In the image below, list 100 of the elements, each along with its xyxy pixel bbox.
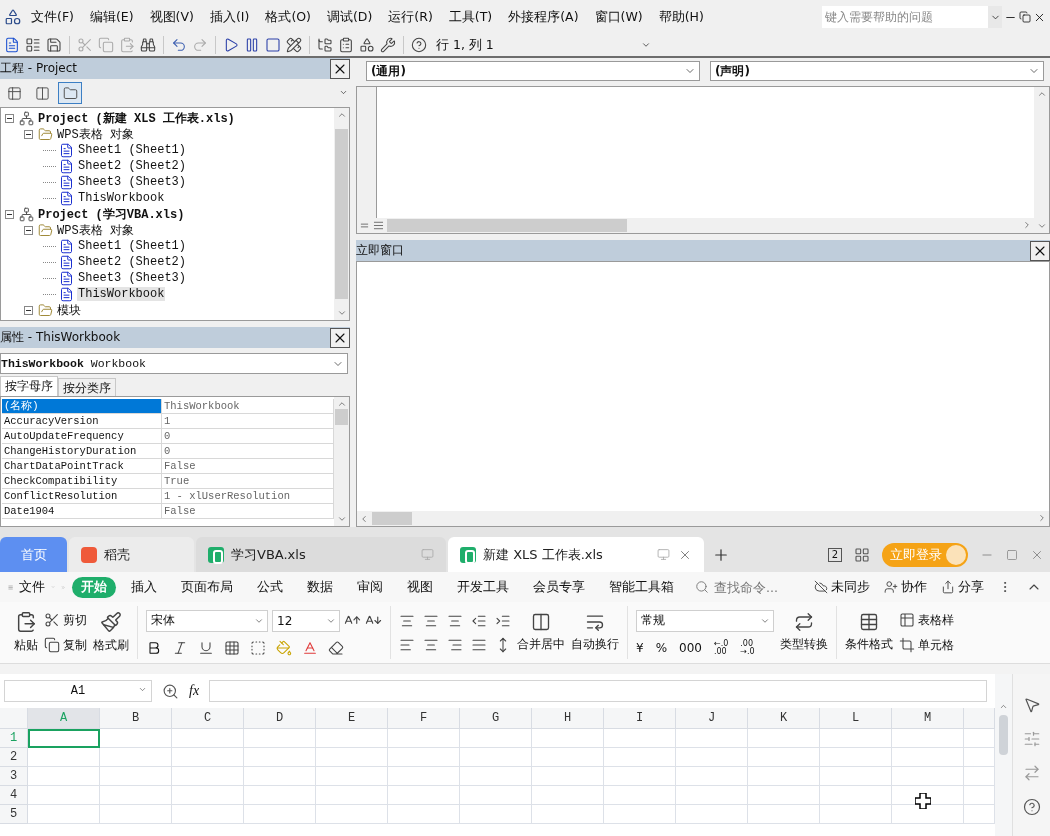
- stop-icon[interactable]: [265, 37, 281, 53]
- toolbar-action[interactable]: 未同步: [814, 578, 870, 596]
- collapse-icon[interactable]: [24, 305, 33, 315]
- document-tab[interactable]: 新建 XLS 工作表.xls: [448, 537, 704, 572]
- grid-cell[interactable]: [892, 748, 964, 767]
- scrollbar-thumb[interactable]: [387, 219, 627, 232]
- grid-cell[interactable]: [604, 748, 676, 767]
- grid-cell[interactable]: [100, 748, 172, 767]
- insert-form-icon[interactable]: [25, 37, 41, 53]
- grid-cell[interactable]: [676, 805, 748, 824]
- property-value[interactable]: ThisWorkbook: [162, 399, 334, 414]
- grid-cell[interactable]: [604, 805, 676, 824]
- view-button[interactable]: [58, 82, 82, 104]
- formula-field[interactable]: [209, 680, 987, 702]
- module-view-icon[interactable]: [373, 220, 384, 231]
- menu-item[interactable]: 调试(D): [319, 5, 380, 29]
- number-format-button[interactable]: ¥: [636, 640, 644, 655]
- grid-cell[interactable]: [28, 748, 100, 767]
- scroll-up-icon[interactable]: [336, 110, 347, 120]
- object-dropdown[interactable]: (通用): [366, 61, 700, 81]
- active-cell[interactable]: [28, 729, 100, 748]
- column-header[interactable]: [964, 708, 995, 729]
- tab[interactable]: 按字母序: [0, 376, 58, 396]
- scrollbar[interactable]: [334, 397, 349, 526]
- number-format-button[interactable]: 000: [679, 640, 702, 655]
- bold-icon[interactable]: [146, 639, 162, 656]
- row-header[interactable]: 2: [0, 748, 28, 767]
- column-header[interactable]: F: [388, 708, 460, 729]
- tree-item[interactable]: ThisWorkbook: [77, 287, 166, 301]
- eraser-icon[interactable]: [328, 639, 344, 656]
- caret-icon[interactable]: [641, 40, 651, 50]
- paste-button[interactable]: 粘贴: [14, 637, 38, 654]
- pointer-icon[interactable]: [1022, 696, 1041, 714]
- grid-cell[interactable]: [460, 729, 532, 748]
- border-icon[interactable]: [224, 639, 240, 656]
- grid-cell[interactable]: [820, 767, 892, 786]
- collapse-icon[interactable]: [5, 209, 14, 219]
- property-name[interactable]: Date1904: [2, 504, 162, 519]
- column-header[interactable]: D: [244, 708, 316, 729]
- font-color-icon[interactable]: [302, 639, 318, 656]
- scroll-left-icon[interactable]: [359, 513, 369, 524]
- grid-cell[interactable]: [316, 748, 388, 767]
- grid-cell[interactable]: [748, 786, 820, 805]
- scrollbar[interactable]: [995, 674, 1012, 836]
- property-value[interactable]: 0: [162, 429, 334, 444]
- conditional-format-button[interactable]: 条件格式: [845, 636, 893, 653]
- ribbon-tab[interactable]: 开发工具: [448, 576, 518, 598]
- scrollbar[interactable]: [334, 108, 349, 320]
- grid-cell[interactable]: [172, 767, 244, 786]
- document-icon[interactable]: [4, 37, 20, 53]
- column-header[interactable]: M: [892, 708, 964, 729]
- grid-cell[interactable]: [244, 748, 316, 767]
- menu-item[interactable]: 编辑(E): [82, 5, 141, 29]
- grid-cell[interactable]: [316, 786, 388, 805]
- tree-item[interactable]: WPS表格 对象: [56, 125, 135, 143]
- menu-item[interactable]: 格式(O): [258, 5, 318, 29]
- file-menu[interactable]: 文件: [19, 578, 46, 596]
- grid-cell[interactable]: [388, 767, 460, 786]
- cut-button[interactable]: 剪切: [44, 611, 87, 629]
- grid-cell[interactable]: [892, 767, 964, 786]
- grid-cell[interactable]: [748, 729, 820, 748]
- grid-cell[interactable]: [172, 786, 244, 805]
- grid-cell[interactable]: [820, 748, 892, 767]
- property-value[interactable]: 1: [162, 414, 334, 429]
- grid-cell[interactable]: [316, 767, 388, 786]
- pause-icon[interactable]: [244, 37, 260, 53]
- column-header[interactable]: E: [316, 708, 388, 729]
- property-value[interactable]: False: [162, 504, 334, 519]
- row-header[interactable]: 4: [0, 786, 28, 805]
- collapse-icon[interactable]: [24, 225, 33, 235]
- properties-icon[interactable]: [338, 37, 354, 53]
- grid-cell[interactable]: [388, 805, 460, 824]
- grid-cell[interactable]: [604, 786, 676, 805]
- cell-style-button[interactable]: 单元格: [899, 636, 954, 654]
- column-header[interactable]: K: [748, 708, 820, 729]
- grid-cell[interactable]: [100, 786, 172, 805]
- scrollbar-thumb[interactable]: [999, 715, 1008, 755]
- grid-cell[interactable]: [676, 748, 748, 767]
- convert-button[interactable]: 类型转换: [780, 636, 828, 653]
- tree-item[interactable]: Sheet3 (Sheet3): [77, 271, 188, 285]
- toolbar-action[interactable]: 分享: [941, 578, 984, 596]
- property-value[interactable]: True: [162, 474, 334, 489]
- property-value[interactable]: 1 - xlUserResolution: [162, 489, 334, 504]
- grid-cell[interactable]: [820, 805, 892, 824]
- copy-button[interactable]: 复制: [44, 636, 87, 654]
- tree-item[interactable]: Sheet2 (Sheet2): [77, 159, 188, 173]
- scrollbar-thumb[interactable]: [372, 512, 412, 525]
- grid-cell[interactable]: [460, 767, 532, 786]
- grid-cell[interactable]: [460, 805, 532, 824]
- tree-item[interactable]: Sheet1 (Sheet1): [77, 239, 188, 253]
- column-header[interactable]: H: [532, 708, 604, 729]
- property-name[interactable]: AutoUpdateFrequency: [2, 429, 162, 444]
- monitor-icon[interactable]: [657, 547, 670, 561]
- redo-icon[interactable]: [192, 37, 208, 53]
- grid-cell[interactable]: [532, 786, 604, 805]
- tree-item[interactable]: ThisWorkbook: [77, 191, 166, 205]
- grid-icon[interactable]: [854, 546, 870, 563]
- grid-cell[interactable]: [460, 786, 532, 805]
- property-name[interactable]: ConflictResolution: [2, 489, 162, 504]
- grid-cell[interactable]: [748, 767, 820, 786]
